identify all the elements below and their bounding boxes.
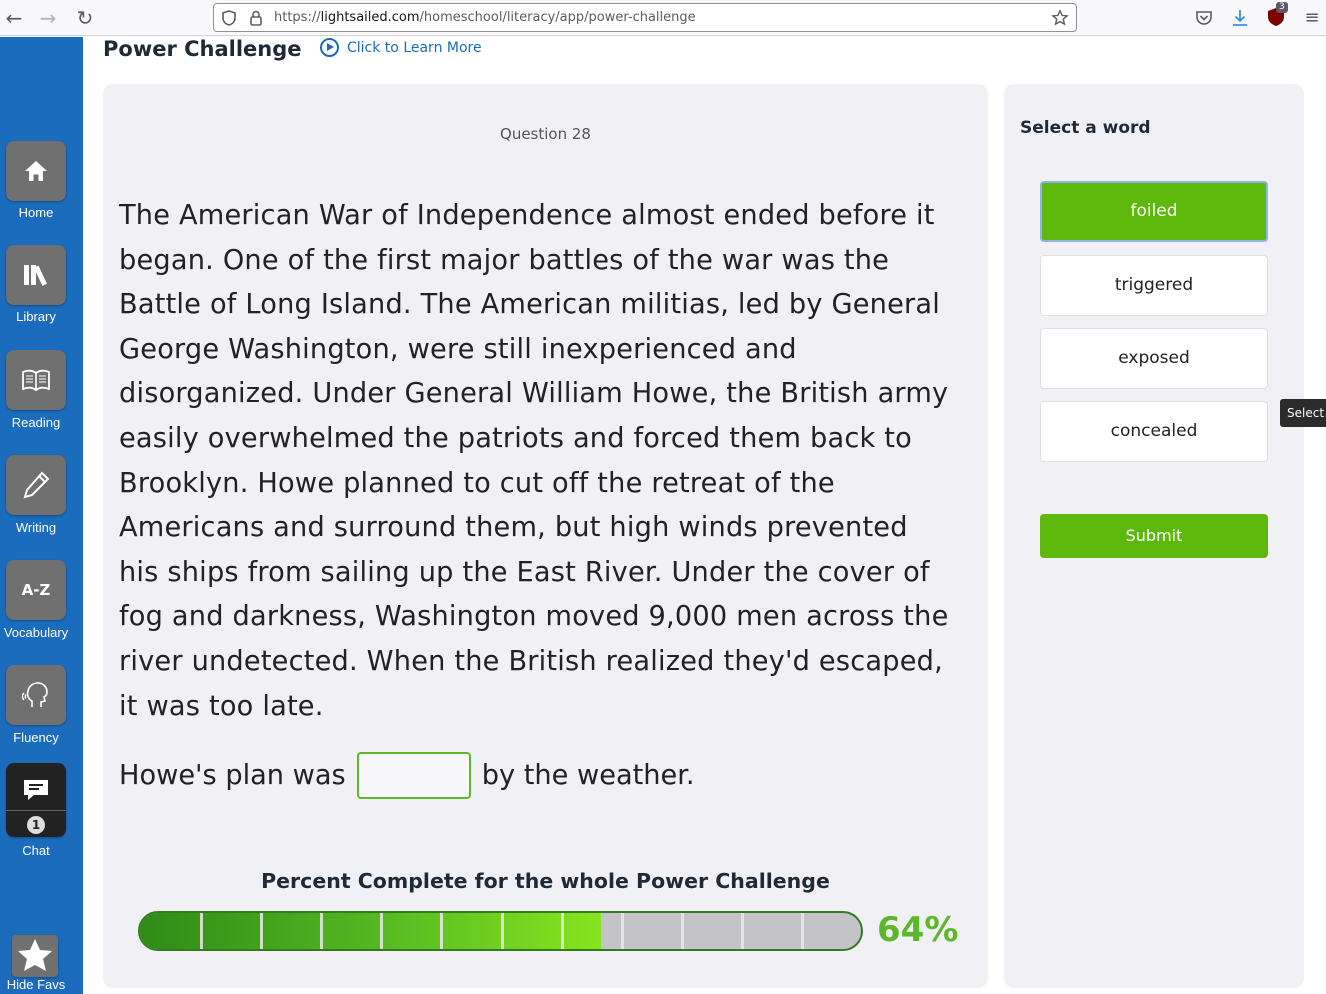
learn-more-link[interactable]: Click to Learn More (320, 38, 482, 57)
library-icon (6, 245, 66, 305)
tooltip: Select a (1280, 399, 1326, 427)
sidebar-item-label: Chat (22, 843, 50, 858)
star-icon (12, 935, 58, 977)
a-z-icon: A-Z (6, 560, 66, 620)
hide-favs-label: Hide Favs (6, 977, 66, 992)
play-circle-icon (320, 38, 339, 57)
browser-toolbar: ← → ↻ https://lightsailed.com/homeschool… (0, 0, 1326, 36)
lock-icon[interactable] (247, 9, 265, 27)
progress-percent: 64% (877, 910, 959, 950)
pocket-icon[interactable] (1193, 7, 1215, 29)
url-text: https://lightsailed.com/homeschool/liter… (274, 10, 696, 25)
answer-blank-input[interactable] (356, 752, 471, 799)
progress-segment-divider (620, 913, 624, 949)
sentence-after: by the weather. (481, 760, 695, 791)
question-number: Question 28 (500, 125, 591, 143)
url-host: lightsailed.com (320, 10, 420, 25)
progress-segment-divider (740, 913, 744, 949)
question-card: Question 28 The American War of Independ… (103, 84, 988, 988)
sidebar-item-label: Reading (11, 415, 61, 430)
url-scheme: https:// (274, 10, 321, 25)
progress-segment-divider (320, 913, 324, 949)
chat-icon: 1 (6, 763, 66, 837)
learn-more-label: Click to Learn More (347, 39, 482, 56)
sidebar-item-label: Library (16, 309, 56, 324)
progress-segment-divider (200, 913, 204, 949)
word-option-exposed[interactable]: exposed (1040, 328, 1268, 389)
word-panel: Select a word foiled triggered exposed c… (1004, 84, 1304, 988)
home-icon (6, 141, 66, 201)
progress-segment-divider (680, 913, 684, 949)
sidebar: Home Library Reading Writing A-Z Vocabul… (0, 37, 83, 994)
progress-segment-divider (500, 913, 504, 949)
page-title: Power Challenge (103, 37, 302, 61)
progress-segment-divider (260, 913, 264, 949)
progress-segment-divider (560, 913, 564, 949)
shield-icon[interactable] (220, 9, 238, 27)
url-path: /homeschool/literacy/app/power-challenge (419, 10, 696, 25)
progress-bar (138, 911, 863, 951)
forward-arrow-icon[interactable]: → (36, 6, 60, 30)
download-icon[interactable] (1229, 7, 1251, 29)
word-option-concealed[interactable]: concealed (1040, 401, 1268, 462)
sidebar-item-label: Vocabulary (3, 625, 69, 640)
progress-segment-divider (440, 913, 444, 949)
progress-segment-divider (800, 913, 804, 949)
ublock-extension-icon[interactable]: 3 (1266, 2, 1288, 28)
progress-title: Percent Complete for the whole Power Cha… (261, 869, 830, 893)
word-option-foiled[interactable]: foiled (1040, 181, 1268, 242)
sentence-before: Howe's plan was (119, 760, 346, 791)
extension-badge: 3 (1276, 2, 1288, 13)
cloze-sentence: Howe's plan was by the weather. (119, 752, 695, 799)
sidebar-item-label: Fluency (13, 730, 59, 745)
bookmark-star-icon[interactable] (1051, 9, 1069, 27)
reading-passage: The American War of Independence almost … (119, 200, 949, 722)
progress-fill (140, 913, 602, 949)
back-arrow-icon[interactable]: ← (2, 6, 26, 30)
chat-unread-badge: 1 (27, 816, 45, 834)
address-bar[interactable]: https://lightsailed.com/homeschool/liter… (213, 3, 1077, 32)
reload-icon[interactable]: ↻ (73, 6, 97, 30)
sidebar-item-label: Writing (15, 520, 57, 535)
book-icon (6, 350, 66, 410)
word-option-triggered[interactable]: triggered (1040, 255, 1268, 316)
speaking-head-icon (6, 665, 66, 725)
sidebar-item-label: Home (18, 205, 54, 220)
pencil-icon (6, 455, 66, 515)
hamburger-menu-icon[interactable]: ≡ (1300, 6, 1324, 30)
progress-segment-divider (380, 913, 384, 949)
submit-button[interactable]: Submit (1040, 514, 1268, 558)
select-word-title: Select a word (1020, 118, 1151, 138)
